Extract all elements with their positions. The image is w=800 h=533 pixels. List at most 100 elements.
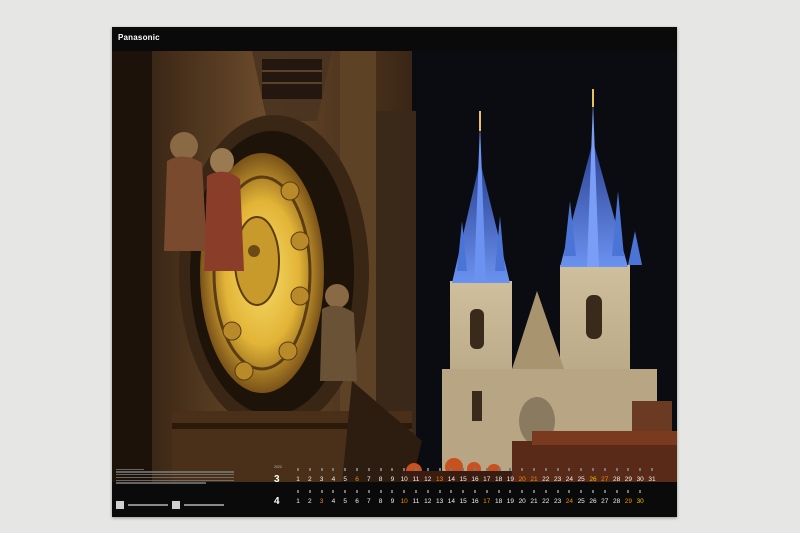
weekday-marker	[426, 468, 429, 471]
calendar-day: 9	[390, 476, 395, 483]
calendar-day: 19	[506, 498, 514, 505]
weekday-marker	[438, 468, 441, 471]
calendar-day: 31	[648, 476, 656, 483]
calendar-day: 25	[577, 498, 585, 505]
calendar-day: 26	[589, 476, 597, 483]
month-number: 4	[274, 496, 280, 507]
sponsor-logo-icon	[116, 501, 124, 509]
calendar-day: 22	[542, 476, 550, 483]
calendar-day: 18	[494, 498, 503, 505]
month-row-april: 4 1 2 3 4 5 6 7 8 9 10 11 12 13 14 15 16 17 18 19 20 21 22 23 2…	[272, 490, 672, 510]
weekday-marker	[308, 468, 311, 471]
weekday-marker	[592, 490, 594, 493]
calendar-day: 5	[343, 476, 347, 483]
calendar-day: 8	[378, 498, 383, 505]
month-number: 3	[274, 474, 280, 485]
calendar-day: 4	[331, 498, 336, 505]
weekday-marker	[450, 468, 453, 471]
weekday-marker	[332, 490, 335, 493]
calendar-day: 27	[601, 498, 609, 505]
calendar-day: 20	[518, 476, 526, 483]
brand-logo: Panasonic	[118, 33, 160, 42]
weekday-marker	[367, 490, 370, 493]
calendar-day: 6	[355, 498, 359, 505]
calendar-day: 27	[601, 476, 609, 483]
weekday-marker	[544, 468, 547, 471]
weekday-marker	[415, 468, 417, 471]
calendar-day: 1	[296, 476, 300, 483]
calendar-day: 4	[331, 476, 336, 483]
calendar-day: 11	[412, 498, 420, 505]
calendar-day: 10	[400, 476, 408, 483]
calendar-day: 7	[366, 476, 371, 483]
prague-night-photo	[112, 51, 677, 482]
calendar-day: 28	[612, 476, 621, 483]
calendar-day: 13	[435, 498, 444, 505]
calendar-day: 21	[530, 476, 538, 483]
weekday-marker	[497, 490, 500, 493]
calendar-day: 5	[343, 498, 347, 505]
calendar-day: 17	[483, 476, 491, 483]
calendar-day: 30	[636, 498, 644, 505]
weekday-marker	[379, 468, 382, 471]
weekday-marker	[391, 490, 394, 493]
weekday-marker	[344, 490, 347, 493]
weekday-marker	[639, 468, 642, 471]
calendar-day: 23	[553, 476, 562, 483]
calendar-day: 2	[307, 498, 312, 505]
weekday-marker	[344, 468, 347, 471]
month-row-march: 2022 3 1 2 3 4 5 6 7 8 9 10 11 12 13 14 15 16 17 18 19 20 21…	[272, 465, 672, 488]
calendar-day: 29	[624, 476, 632, 483]
calendar-day: 30	[636, 476, 644, 483]
calendar-day: 18	[494, 476, 503, 483]
weekday-marker	[592, 468, 594, 471]
month-grids: 2022 3 1 2 3 4 5 6 7 8 9 10 11 12 13 14 15 16 17 18 19 20 21…	[272, 465, 672, 511]
weekday-marker	[533, 468, 535, 471]
weekday-marker	[556, 468, 559, 471]
calendar-day: 26	[589, 498, 597, 505]
weekday-marker	[497, 468, 500, 471]
calendar-day: 2	[307, 476, 312, 483]
calendar-day: 19	[506, 476, 514, 483]
weekday-marker	[320, 490, 323, 493]
calendar-day: 9	[390, 498, 395, 505]
weekday-marker	[297, 490, 299, 493]
wall-calendar-page: Panasonic 2022 3 1 2 3 4 5 6 7 8 9 10 11…	[112, 27, 677, 517]
weekday-marker	[485, 490, 488, 493]
calendar-day: 25	[577, 476, 585, 483]
weekday-marker	[474, 468, 476, 471]
weekday-marker	[462, 490, 465, 493]
weekday-marker	[627, 468, 630, 471]
calendar-day: 12	[424, 498, 432, 505]
weekday-marker	[603, 468, 606, 471]
weekday-marker	[615, 490, 618, 493]
weekday-marker	[556, 490, 559, 493]
calendar-day: 14	[447, 476, 455, 483]
calendar-day: 13	[435, 476, 444, 483]
weekday-marker	[462, 468, 465, 471]
calendar-day: 3	[319, 476, 324, 483]
sponsor-logo-icon	[172, 501, 180, 509]
calendar-photo	[112, 51, 677, 482]
photo-caption-block	[116, 467, 236, 513]
weekday-marker	[332, 468, 335, 471]
calendar-day: 24	[565, 476, 573, 483]
weekday-marker	[356, 490, 358, 493]
weekday-marker	[403, 490, 406, 493]
calendar-day: 6	[355, 476, 359, 483]
calendar-day: 14	[447, 498, 455, 505]
calendar-day: 22	[542, 498, 550, 505]
calendar-day: 17	[483, 498, 491, 505]
year-label: 2022	[274, 465, 282, 469]
weekday-marker	[308, 490, 311, 493]
calendar-day: 28	[612, 498, 621, 505]
weekday-marker	[485, 468, 488, 471]
weekday-marker	[438, 490, 441, 493]
weekday-marker	[615, 468, 618, 471]
weekday-marker	[627, 490, 630, 493]
calendar-day: 11	[412, 476, 420, 483]
weekday-marker	[391, 468, 394, 471]
weekday-marker	[533, 490, 535, 493]
calendar-day: 20	[518, 498, 526, 505]
calendar-day: 10	[400, 498, 408, 505]
